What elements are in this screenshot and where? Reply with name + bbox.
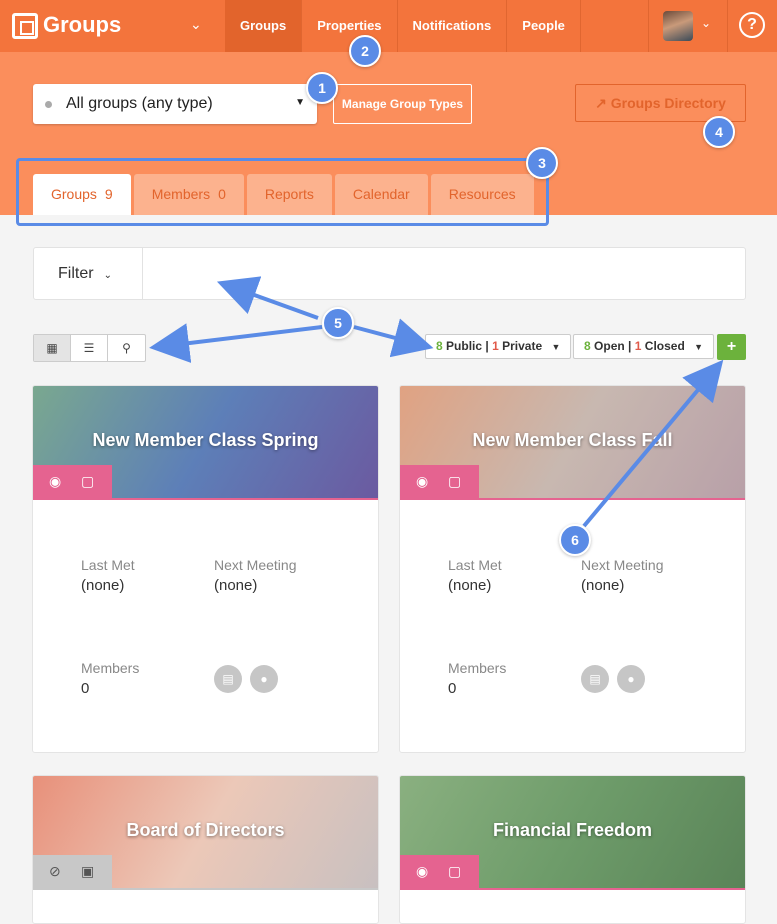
card-title: New Member Class Spring [92,430,319,450]
last-met-label: Last Met [448,557,502,573]
callout-6: 6 [559,524,591,556]
filter-input[interactable] [144,248,745,299]
card-badge: ⊘ ▣ [33,855,112,890]
card-title: Board of Directors [126,820,285,840]
main-nav: Groups Properties Notifications People [225,0,581,52]
list-view-icon[interactable]: ☰ [71,335,108,361]
callout-1: 1 [306,72,338,104]
next-meeting-value: (none) [214,577,258,594]
bell-icon[interactable]: ● [250,665,278,693]
card-banner: New Member Class Fall ◉ ▢ [400,386,745,500]
closed-label: Closed [644,339,685,353]
callout-2: 2 [349,35,381,67]
separator: | [485,339,489,353]
filter-dropdown[interactable]: Filter ⌄ [34,248,143,299]
last-met-label: Last Met [81,557,135,573]
closed-count: 1 [634,339,642,353]
nav-notifications[interactable]: Notifications [398,0,508,52]
card-badge: ◉ ▢ [33,465,112,500]
external-link-icon: ↗ [595,95,607,111]
app-title[interactable]: Groups [43,12,121,38]
document-icon[interactable]: ▤ [581,665,609,693]
document-icon[interactable]: ▤ [214,665,242,693]
chevron-down-icon[interactable]: ⌄ [701,16,711,30]
card-title: New Member Class Fall [472,430,673,450]
filter-label: Filter [58,265,94,282]
card-banner: Board of Directors ⊘ ▣ [33,776,378,890]
unlock-icon: ▢ [81,473,95,489]
unlock-icon: ▢ [448,863,462,879]
members-value: 0 [448,680,457,697]
arrow-to-view-toggle [149,323,323,363]
groups-logo-icon [12,13,38,39]
next-meeting-label: Next Meeting [581,557,664,573]
group-type-select[interactable]: All groups (any type) ▼ [33,84,317,124]
status-filter-button[interactable]: 8 Open | 1 Closed ▼ [573,334,715,359]
open-label: Open [594,339,625,353]
user-menu[interactable]: ⌄ [648,0,728,52]
tabs-highlight [16,158,549,226]
card-badge: ◉ ▢ [400,855,479,890]
manage-group-types-button[interactable]: Manage Group Types [333,84,472,124]
eye-icon: ◉ [416,863,429,879]
nav-groups[interactable]: Groups [225,0,303,52]
chevron-down-icon: ⌄ [103,270,112,281]
callout-3: 3 [526,147,558,179]
group-type-select-value: All groups (any type) [66,95,213,112]
private-count: 1 [492,339,499,353]
callout-5: 5 [322,307,354,339]
members-label: Members [81,660,140,676]
eye-icon: ◉ [49,473,62,489]
nav-people[interactable]: People [507,0,581,52]
separator: | [628,339,632,353]
top-bar: Groups ⌄ Groups Properties Notifications… [0,0,777,52]
public-count: 8 [436,339,443,353]
status-dot-icon [45,101,52,108]
caret-down-icon: ▼ [551,342,561,352]
members-label: Members [448,660,507,676]
eye-slash-icon: ⊘ [49,863,61,879]
public-label: Public [446,339,483,353]
arrow-to-visibility-filter [353,318,434,358]
group-card[interactable]: New Member Class Spring ◉ ▢ Last Met (no… [32,385,379,753]
view-toggle: ▦ ☰ ⚲ [33,334,146,362]
next-meeting-value: (none) [581,577,625,594]
visibility-filter-button[interactable]: 8 Public | 1 Private ▼ [425,334,572,359]
next-meeting-label: Next Meeting [214,557,297,573]
card-banner: Financial Freedom ◉ ▢ [400,776,745,890]
last-met-value: (none) [448,577,492,594]
eye-icon: ◉ [416,473,429,489]
group-card[interactable]: Board of Directors ⊘ ▣ [32,775,379,924]
group-card[interactable]: Financial Freedom ◉ ▢ [399,775,746,924]
callout-4: 4 [703,116,735,148]
unlock-icon: ▢ [448,473,462,489]
grid-view-icon[interactable]: ▦ [34,335,71,361]
groups-directory-label: Groups Directory [610,95,726,111]
open-count: 8 [584,339,591,353]
map-pin-icon[interactable]: ⚲ [108,335,145,361]
lock-icon: ▣ [81,863,95,879]
members-value: 0 [81,680,90,697]
add-group-button[interactable]: + [717,334,746,360]
card-badge: ◉ ▢ [400,465,479,500]
caret-down-icon: ▼ [694,342,704,352]
avatar[interactable] [663,11,693,41]
card-title: Financial Freedom [492,820,653,840]
chevron-down-icon[interactable]: ⌄ [190,16,202,33]
private-label: Private [502,339,543,353]
filter-bar: Filter ⌄ [33,247,746,300]
card-banner: New Member Class Spring ◉ ▢ [33,386,378,500]
caret-down-icon: ▼ [295,97,305,108]
last-met-value: (none) [81,577,125,594]
group-card[interactable]: New Member Class Fall ◉ ▢ Last Met (none… [399,385,746,753]
bell-icon[interactable]: ● [617,665,645,693]
help-icon[interactable]: ? [739,12,765,38]
